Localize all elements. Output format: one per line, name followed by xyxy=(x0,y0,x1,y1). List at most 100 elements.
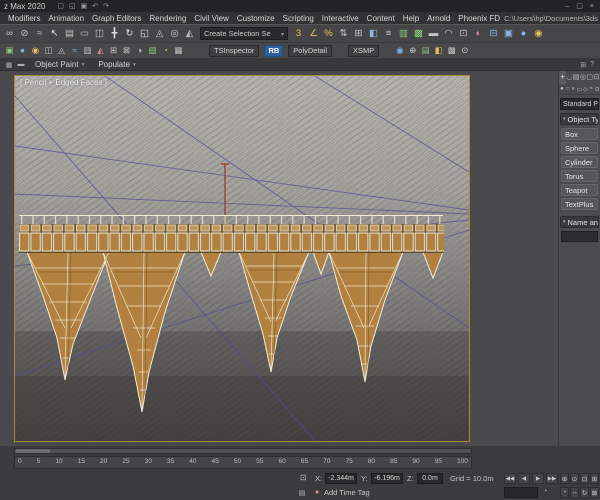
snap-toggle-icon[interactable]: 3 xyxy=(291,26,306,41)
ribbon-tab[interactable]: Populate xyxy=(92,60,141,69)
pivot-center-icon[interactable]: ◎ xyxy=(167,26,182,41)
plugin-sphere-icon[interactable]: ● xyxy=(16,44,29,57)
menu-item[interactable]: Modifiers xyxy=(4,14,44,23)
menu-item[interactable]: Help xyxy=(399,14,423,23)
render-production-icon[interactable]: ● xyxy=(516,26,531,41)
time-slider[interactable] xyxy=(14,448,472,454)
curve-editor-icon[interactable]: ◠ xyxy=(441,26,456,41)
viewport-shading-label[interactable]: [ Pencil + Edged Faces ] xyxy=(20,78,107,87)
mirror-icon[interactable]: ◧ xyxy=(366,26,381,41)
object-name-field[interactable] xyxy=(561,231,598,242)
name-color-rollout[interactable]: Name and Color xyxy=(560,216,599,228)
select-scale-icon[interactable]: ◱ xyxy=(137,26,152,41)
select-move-icon[interactable]: ╋ xyxy=(107,26,122,41)
workspaces-icon[interactable]: ⊞ xyxy=(580,61,586,69)
x-coordinate-field[interactable]: -2.344m xyxy=(325,473,357,484)
select-place-icon[interactable]: ◬ xyxy=(152,26,167,41)
redo-icon[interactable]: ↷ xyxy=(103,3,109,10)
rb-button[interactable]: RB xyxy=(264,44,284,57)
track-bar[interactable]: 0 5 10 15 20 25 30 35 40 45 50 55 60 65 70 75 80 85 90 95 10… xyxy=(14,456,472,469)
select-object-icon[interactable]: ↖ xyxy=(47,26,62,41)
menu-item[interactable]: Arnold xyxy=(423,14,454,23)
go-to-end-icon[interactable]: ▶▶ xyxy=(546,473,558,484)
key-icon[interactable]: ● xyxy=(311,487,323,498)
align-icon[interactable]: ≡ xyxy=(381,26,396,41)
time-slider-handle[interactable] xyxy=(16,449,50,453)
note-icon[interactable]: ▤ xyxy=(296,487,308,498)
tsinspector-button[interactable]: TSInspector xyxy=(209,44,260,57)
physx-icon[interactable]: ▤ xyxy=(419,44,432,57)
close-icon[interactable]: × xyxy=(590,3,594,10)
menu-item[interactable]: Graph Editors xyxy=(88,14,145,23)
plugin-graph-icon[interactable]: ▥ xyxy=(81,44,94,57)
menu-item[interactable]: Content xyxy=(363,14,399,23)
box-button[interactable]: Box xyxy=(561,128,598,140)
angle-snap-icon[interactable]: ∠ xyxy=(306,26,321,41)
ribbon-tab[interactable]: Object Paint xyxy=(29,60,90,69)
utilities-tab-icon[interactable]: ⊡ xyxy=(593,71,600,84)
time-config-icon[interactable]: ◔ xyxy=(543,488,547,495)
z-coordinate-field[interactable]: 0.0m xyxy=(417,473,443,484)
ribbon-minimize-icon[interactable]: ▬ xyxy=(15,61,27,69)
create-tab-icon[interactable]: + xyxy=(559,71,566,84)
menu-item[interactable]: Animation xyxy=(44,14,88,23)
maximize-viewport-icon[interactable]: ⊠ xyxy=(590,487,599,498)
arnold-render-icon[interactable]: ◉ xyxy=(531,26,546,41)
select-link-icon[interactable]: ∞ xyxy=(2,26,17,41)
pan-icon[interactable]: ↔ xyxy=(570,487,579,498)
scene-explorer-icon[interactable]: ▥ xyxy=(396,26,411,41)
menu-item[interactable]: Customize xyxy=(233,14,279,23)
bake-icon[interactable]: ◧ xyxy=(432,44,445,57)
xsmp-button[interactable]: XSMP xyxy=(348,44,380,57)
plugin-morph-icon[interactable]: ◑ xyxy=(133,44,146,57)
plugin-grid-icon[interactable]: ⊞ xyxy=(107,44,120,57)
sphere-button[interactable]: Sphere xyxy=(561,142,598,154)
window-crossing-icon[interactable]: ◫ xyxy=(92,26,107,41)
selection-lock-icon[interactable]: ⊡ xyxy=(300,474,307,482)
play-button-icon[interactable]: ▶ xyxy=(532,473,544,484)
ribbon-help-icon[interactable]: ? xyxy=(590,61,594,69)
zoom-all-icon[interactable]: ⊙ xyxy=(570,473,579,484)
rendered-frame-icon[interactable]: ▣ xyxy=(501,26,516,41)
explorer-icon[interactable]: ▩ xyxy=(445,44,458,57)
plugin-script-icon[interactable]: ▦ xyxy=(172,44,185,57)
polydetail-button[interactable]: PolyDetail xyxy=(288,44,333,57)
torus-button[interactable]: Torus xyxy=(561,170,598,182)
layer-explorer-icon[interactable]: ▩ xyxy=(411,26,426,41)
primitive-category-dropdown[interactable]: Standard Primitives xyxy=(560,98,599,110)
plugin-helper-icon[interactable]: ◬ xyxy=(55,44,68,57)
current-frame-field[interactable] xyxy=(504,487,538,498)
perspective-viewport[interactable]: [ Pencil + Edged Faces ] xyxy=(14,75,470,442)
restore-icon[interactable]: ▢ xyxy=(576,3,583,10)
plugin-wave-icon[interactable]: ≈ xyxy=(68,44,81,57)
bind-spacewarp-icon[interactable]: ≈ xyxy=(32,26,47,41)
material-editor-icon[interactable]: ◐ xyxy=(471,26,486,41)
textplus-button[interactable]: TextPlus xyxy=(561,198,598,210)
edit-selection-set-icon[interactable]: ⊞ xyxy=(351,26,366,41)
go-to-start-icon[interactable]: ◀◀ xyxy=(504,473,516,484)
render-setup-icon[interactable]: ⊟ xyxy=(486,26,501,41)
plugin-cloth-icon[interactable]: ▧ xyxy=(146,44,159,57)
misc-tool-icon[interactable]: ⊙ xyxy=(458,44,471,57)
plugin-paint-icon[interactable]: ◭ xyxy=(94,44,107,57)
named-selection-set-dropdown[interactable]: Create Selection Se xyxy=(200,27,288,40)
motion-tab-icon[interactable]: ◎ xyxy=(579,71,586,84)
menu-item[interactable]: Interactive xyxy=(318,14,363,23)
spinner-snap-icon[interactable]: ⇅ xyxy=(336,26,351,41)
menu-item[interactable]: Civil View xyxy=(190,14,233,23)
menu-item[interactable]: Phoenix FD xyxy=(454,14,504,23)
plugin-light-icon[interactable]: ◉ xyxy=(29,44,42,57)
field-of-view-icon[interactable]: ◔ xyxy=(560,487,569,498)
select-manipulate-icon[interactable]: ◭ xyxy=(182,26,197,41)
plugin-camera-icon[interactable]: ◫ xyxy=(42,44,55,57)
previous-frame-icon[interactable]: ◀ xyxy=(518,473,530,484)
menu-item[interactable]: Rendering xyxy=(145,14,190,23)
schematic-view-icon[interactable]: ⊡ xyxy=(456,26,471,41)
open-file-icon[interactable]: ◱ xyxy=(69,3,76,10)
ribbon-toggle-icon[interactable]: ▬ xyxy=(426,26,441,41)
plugin-fx-icon[interactable]: ◔ xyxy=(159,44,172,57)
systems-category-icon[interactable]: ⊙ xyxy=(594,86,600,93)
particles-icon[interactable]: ⊕ xyxy=(406,44,419,57)
select-by-name-icon[interactable]: ▤ xyxy=(62,26,77,41)
zoom-extents-icon[interactable]: ⊡ xyxy=(580,473,589,484)
